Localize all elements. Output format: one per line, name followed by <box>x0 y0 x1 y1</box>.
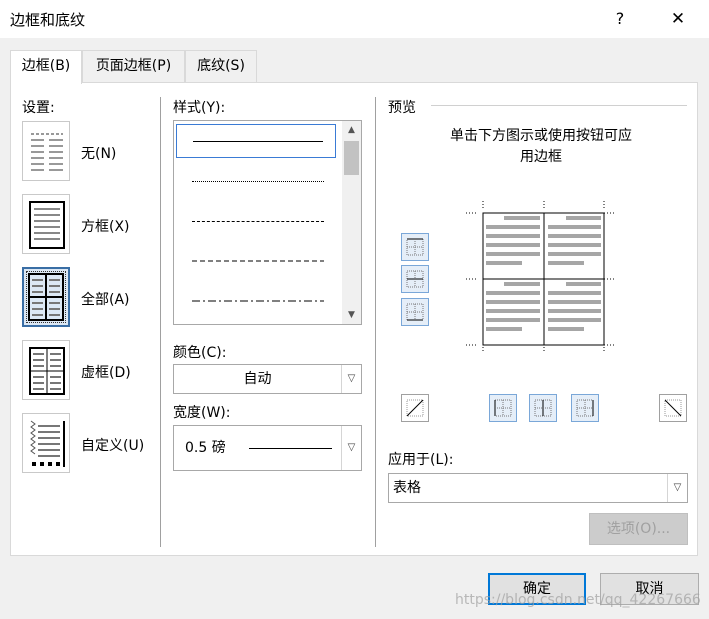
width-value: 0.5 磅 <box>185 440 226 456</box>
tab-borders[interactable]: 边框(B) <box>10 50 82 84</box>
preview-instruction-line1: 单击下方图示或使用按钮可应 <box>450 128 632 144</box>
diagonal-down-border-icon <box>664 399 682 417</box>
title-bar: 边框和底纹 ? ✕ <box>0 0 709 38</box>
inside-horizontal-border-button[interactable] <box>401 265 429 293</box>
setting-custom-icon <box>30 420 65 467</box>
bottom-border-icon <box>406 303 424 321</box>
line-style-solid[interactable] <box>176 124 336 158</box>
setting-grid-icon <box>29 347 65 395</box>
chevron-down-icon[interactable]: ▽ <box>667 474 687 502</box>
line-style-dash-dot[interactable] <box>176 284 336 318</box>
diagonal-down-border-button[interactable] <box>659 394 687 422</box>
preview-instruction: 单击下方图示或使用按钮可应 用边框 <box>388 126 694 168</box>
setting-grid-label[interactable]: 虚框(D) <box>81 362 131 382</box>
right-border-icon <box>576 399 594 417</box>
tab-shading[interactable]: 底纹(S) <box>185 50 257 82</box>
options-button[interactable]: 选项(O)... <box>589 513 688 545</box>
separator-left <box>160 97 161 547</box>
dialog-title: 边框和底纹 <box>10 11 86 29</box>
left-border-button[interactable] <box>489 394 517 422</box>
inside-horizontal-border-icon <box>406 270 424 288</box>
setting-box-label[interactable]: 方框(X) <box>81 216 130 236</box>
color-label: 颜色(C): <box>173 345 227 361</box>
setting-none-label[interactable]: 无(N) <box>81 143 116 163</box>
setting-all-label[interactable]: 全部(A) <box>81 289 130 309</box>
chevron-down-icon[interactable]: ▽ <box>341 365 361 393</box>
preview-heading: 预览 <box>388 100 416 116</box>
style-heading: 样式(Y): <box>173 100 226 116</box>
left-border-icon <box>494 399 512 417</box>
help-button[interactable]: ? <box>606 6 634 32</box>
apply-to-value: 表格 <box>393 480 421 496</box>
setting-none-icon <box>31 133 63 171</box>
setting-all-icon <box>28 273 64 321</box>
scroll-down-icon[interactable]: ▼ <box>342 306 361 324</box>
color-value: 自动 <box>243 371 272 387</box>
inside-vertical-border-icon <box>534 399 552 417</box>
width-label: 宽度(W): <box>173 405 231 421</box>
setting-box-button[interactable] <box>22 194 70 254</box>
setting-custom-button[interactable] <box>22 413 70 473</box>
right-border-button[interactable] <box>571 394 599 422</box>
preview-heading-rule <box>431 105 687 106</box>
setting-all-button[interactable] <box>22 267 70 327</box>
preview-instruction-line2: 用边框 <box>520 149 562 165</box>
bottom-border-button[interactable] <box>401 298 429 326</box>
scroll-up-icon[interactable]: ▲ <box>342 121 361 139</box>
line-style-list[interactable]: ▲ ▼ <box>173 120 362 325</box>
top-border-button[interactable] <box>401 233 429 261</box>
apply-to-dropdown[interactable]: 表格 ▽ <box>388 473 688 503</box>
border-preview-area[interactable] <box>466 201 616 351</box>
line-style-dashed-small[interactable] <box>176 204 336 238</box>
chevron-down-icon[interactable]: ▽ <box>341 426 361 470</box>
border-preview-diagram[interactable] <box>466 201 616 351</box>
color-dropdown[interactable]: 自动 ▽ <box>173 364 362 394</box>
setting-none-button[interactable] <box>22 121 70 181</box>
settings-heading: 设置: <box>22 100 55 116</box>
diagonal-up-border-button[interactable] <box>401 394 429 422</box>
inside-vertical-border-button[interactable] <box>529 394 557 422</box>
line-style-dashed[interactable] <box>176 244 336 278</box>
scroll-thumb[interactable] <box>344 141 359 175</box>
close-button[interactable]: ✕ <box>662 6 694 32</box>
tab-page-borders-content: 设置: 无(N) 方框(X) 全部(A) 虚框(D) 自定义(U) 样式(Y):… <box>10 82 698 556</box>
diagonal-up-border-icon <box>406 399 424 417</box>
tab-page-borders[interactable]: 页面边框(P) <box>82 50 185 82</box>
width-dropdown[interactable]: 0.5 磅 ▽ <box>173 425 362 471</box>
setting-custom-label[interactable]: 自定义(U) <box>81 435 144 455</box>
top-border-icon <box>406 238 424 256</box>
line-style-dotted[interactable] <box>176 164 336 198</box>
line-style-scrollbar[interactable]: ▲ ▼ <box>342 121 361 324</box>
apply-to-label: 应用于(L): <box>388 452 454 468</box>
setting-box-icon <box>29 201 65 249</box>
watermark: https://blog.csdn.net/qq_42267666 <box>455 592 701 608</box>
width-line-sample <box>249 448 332 449</box>
setting-grid-button[interactable] <box>22 340 70 400</box>
separator-right <box>375 97 376 547</box>
